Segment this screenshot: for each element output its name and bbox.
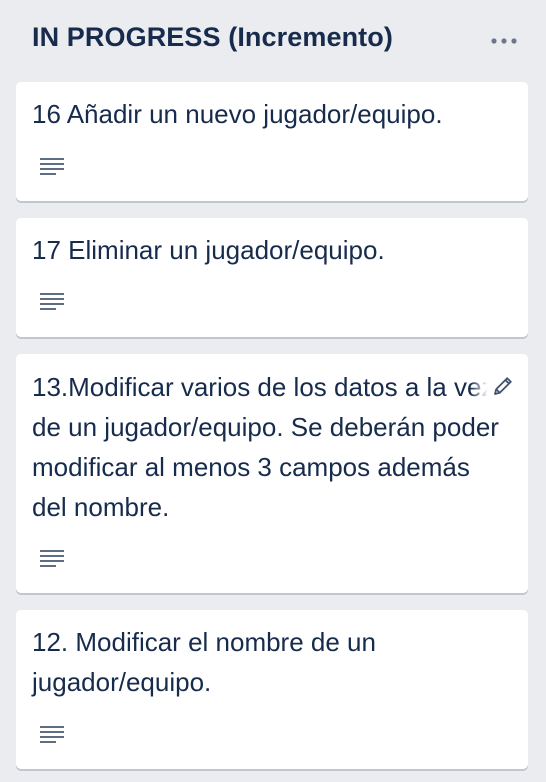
description-badge (40, 158, 64, 176)
description-badge (40, 293, 64, 311)
description-icon (40, 158, 64, 175)
card[interactable]: 16 Añadir un nuevo jugador/equipo. (16, 82, 528, 201)
card-title: 17 Eliminar un jugador/equipo. (32, 235, 385, 265)
description-icon (40, 550, 64, 567)
pencil-icon (494, 377, 512, 395)
more-horizontal-icon (491, 38, 517, 44)
description-badge (40, 726, 64, 744)
card-title: 12. Modificar el nombre de un jugador/eq… (32, 627, 376, 697)
card[interactable]: 13.Modificar varios de los datos a la ve… (16, 354, 528, 593)
list-header: IN PROGRESS (Incremento) (0, 0, 546, 82)
description-icon (40, 293, 64, 310)
card[interactable]: 17 Eliminar un jugador/equipo. (16, 218, 528, 337)
description-badge (40, 550, 64, 568)
card-title: 13.Modificar varios de los datos a la ve… (32, 372, 499, 522)
list-title[interactable]: IN PROGRESS (Incremento) (32, 22, 393, 53)
kanban-list: IN PROGRESS (Incremento) 16 Añadir un nu… (0, 0, 546, 782)
list-menu-button[interactable] (486, 30, 522, 52)
edit-card-button[interactable] (470, 368, 514, 404)
description-icon (40, 726, 64, 743)
card[interactable]: 12. Modificar el nombre de un jugador/eq… (16, 610, 528, 769)
card-title: 16 Añadir un nuevo jugador/equipo. (32, 99, 443, 129)
